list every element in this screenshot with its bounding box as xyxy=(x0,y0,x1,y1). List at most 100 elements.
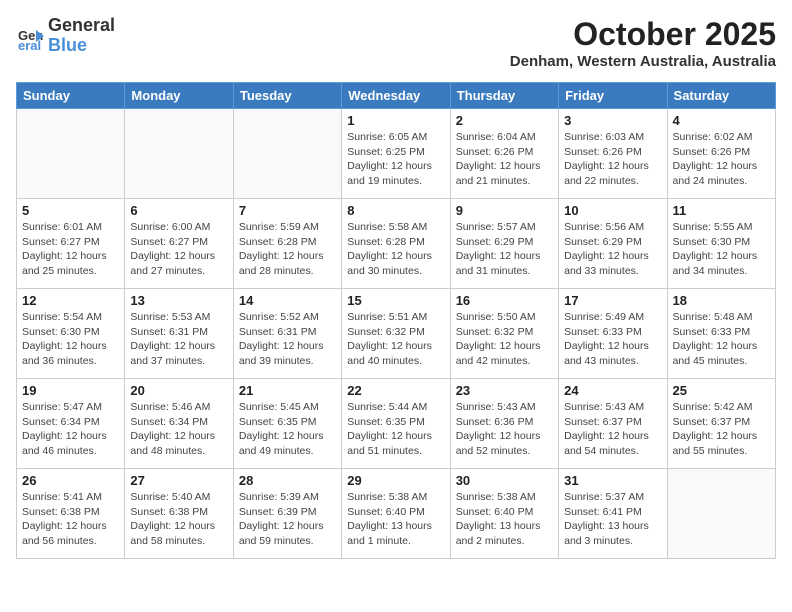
calendar-cell: 21 Sunrise: 5:45 AMSunset: 6:35 PMDayligh… xyxy=(233,379,341,469)
calendar-cell: 11 Sunrise: 5:55 AMSunset: 6:30 PMDayligh… xyxy=(667,199,775,289)
calendar-cell xyxy=(667,469,775,559)
cell-info-text: Sunrise: 5:55 AMSunset: 6:30 PMDaylight:… xyxy=(673,220,770,279)
cell-day-number: 19 xyxy=(22,383,119,398)
calendar-cell: 28 Sunrise: 5:39 AMSunset: 6:39 PMDayligh… xyxy=(233,469,341,559)
title-block: October 2025 Denham, Western Australia, … xyxy=(510,16,776,70)
cell-info-text: Sunrise: 5:42 AMSunset: 6:37 PMDaylight:… xyxy=(673,400,770,459)
cell-day-number: 28 xyxy=(239,473,336,488)
cell-day-number: 7 xyxy=(239,203,336,218)
cell-info-text: Sunrise: 5:48 AMSunset: 6:33 PMDaylight:… xyxy=(673,310,770,369)
weekday-header-wednesday: Wednesday xyxy=(342,83,450,109)
calendar-cell: 25 Sunrise: 5:42 AMSunset: 6:37 PMDayligh… xyxy=(667,379,775,469)
cell-info-text: Sunrise: 5:49 AMSunset: 6:33 PMDaylight:… xyxy=(564,310,661,369)
cell-day-number: 11 xyxy=(673,203,770,218)
cell-info-text: Sunrise: 5:51 AMSunset: 6:32 PMDaylight:… xyxy=(347,310,444,369)
cell-info-text: Sunrise: 5:54 AMSunset: 6:30 PMDaylight:… xyxy=(22,310,119,369)
location-text: Denham, Western Australia, Australia xyxy=(510,53,776,70)
calendar-cell: 3 Sunrise: 6:03 AMSunset: 6:26 PMDaylight… xyxy=(559,109,667,199)
cell-day-number: 27 xyxy=(130,473,227,488)
calendar-cell: 13Sunrise: 5:53 AMSunset: 6:31 PMDayligh… xyxy=(125,289,233,379)
cell-day-number: 24 xyxy=(564,383,661,398)
logo-general-text: General xyxy=(48,15,115,35)
logo: Gen eral General Blue xyxy=(16,16,115,56)
cell-info-text: Sunrise: 5:50 AMSunset: 6:32 PMDaylight:… xyxy=(456,310,553,369)
cell-day-number: 8 xyxy=(347,203,444,218)
weekday-header-row: SundayMondayTuesdayWednesdayThursdayFrid… xyxy=(17,83,776,109)
calendar-cell: 16Sunrise: 5:50 AMSunset: 6:32 PMDayligh… xyxy=(450,289,558,379)
cell-info-text: Sunrise: 6:02 AMSunset: 6:26 PMDaylight:… xyxy=(673,130,770,189)
cell-day-number: 10 xyxy=(564,203,661,218)
calendar-cell xyxy=(125,109,233,199)
calendar-cell: 27 Sunrise: 5:40 AMSunset: 6:38 PMDayligh… xyxy=(125,469,233,559)
cell-day-number: 17 xyxy=(564,293,661,308)
cell-day-number: 14 xyxy=(239,293,336,308)
logo-icon: Gen eral xyxy=(16,22,44,50)
calendar-table: SundayMondayTuesdayWednesdayThursdayFrid… xyxy=(16,82,776,559)
calendar-cell: 31 Sunrise: 5:37 AMSunset: 6:41 PMDayligh… xyxy=(559,469,667,559)
cell-day-number: 26 xyxy=(22,473,119,488)
weekday-header-saturday: Saturday xyxy=(667,83,775,109)
calendar-cell: 14 Sunrise: 5:52 AMSunset: 6:31 PMDayligh… xyxy=(233,289,341,379)
cell-info-text: Sunrise: 6:00 AMSunset: 6:27 PMDaylight:… xyxy=(130,220,227,279)
cell-info-text: Sunrise: 5:52 AMSunset: 6:31 PMDaylight:… xyxy=(239,310,336,369)
cell-info-text: Sunrise: 5:41 AMSunset: 6:38 PMDaylight:… xyxy=(22,490,119,549)
weekday-header-friday: Friday xyxy=(559,83,667,109)
calendar-cell: 8 Sunrise: 5:58 AMSunset: 6:28 PMDaylight… xyxy=(342,199,450,289)
cell-info-text: Sunrise: 6:01 AMSunset: 6:27 PMDaylight:… xyxy=(22,220,119,279)
cell-day-number: 5 xyxy=(22,203,119,218)
cell-day-number: 23 xyxy=(456,383,553,398)
calendar-cell: 26 Sunrise: 5:41 AMSunset: 6:38 PMDayligh… xyxy=(17,469,125,559)
cell-info-text: Sunrise: 5:38 AMSunset: 6:40 PMDaylight:… xyxy=(456,490,553,549)
cell-day-number: 4 xyxy=(673,113,770,128)
cell-info-text: Sunrise: 6:04 AMSunset: 6:26 PMDaylight:… xyxy=(456,130,553,189)
cell-info-text: Sunrise: 5:45 AMSunset: 6:35 PMDaylight:… xyxy=(239,400,336,459)
cell-day-number: 2 xyxy=(456,113,553,128)
calendar-cell: 9Sunrise: 5:57 AMSunset: 6:29 PMDaylight… xyxy=(450,199,558,289)
cell-day-number: 25 xyxy=(673,383,770,398)
cell-day-number: 6 xyxy=(130,203,227,218)
cell-info-text: Sunrise: 5:37 AMSunset: 6:41 PMDaylight:… xyxy=(564,490,661,549)
cell-info-text: Sunrise: 5:40 AMSunset: 6:38 PMDaylight:… xyxy=(130,490,227,549)
calendar-cell xyxy=(233,109,341,199)
weekday-header-tuesday: Tuesday xyxy=(233,83,341,109)
month-title: October 2025 xyxy=(510,16,776,53)
cell-day-number: 21 xyxy=(239,383,336,398)
calendar-cell: 18 Sunrise: 5:48 AMSunset: 6:33 PMDayligh… xyxy=(667,289,775,379)
calendar-cell: 6 Sunrise: 6:00 AMSunset: 6:27 PMDaylight… xyxy=(125,199,233,289)
calendar-cell: 1Sunrise: 6:05 AMSunset: 6:25 PMDaylight… xyxy=(342,109,450,199)
cell-info-text: Sunrise: 5:59 AMSunset: 6:28 PMDaylight:… xyxy=(239,220,336,279)
cell-day-number: 29 xyxy=(347,473,444,488)
cell-info-text: Sunrise: 5:56 AMSunset: 6:29 PMDaylight:… xyxy=(564,220,661,279)
weekday-header-sunday: Sunday xyxy=(17,83,125,109)
weekday-header-thursday: Thursday xyxy=(450,83,558,109)
cell-info-text: Sunrise: 5:58 AMSunset: 6:28 PMDaylight:… xyxy=(347,220,444,279)
cell-info-text: Sunrise: 5:43 AMSunset: 6:36 PMDaylight:… xyxy=(456,400,553,459)
cell-info-text: Sunrise: 5:38 AMSunset: 6:40 PMDaylight:… xyxy=(347,490,444,549)
cell-info-text: Sunrise: 5:46 AMSunset: 6:34 PMDaylight:… xyxy=(130,400,227,459)
cell-day-number: 12 xyxy=(22,293,119,308)
page-header: Gen eral General Blue October 2025 Denha… xyxy=(16,16,776,70)
calendar-cell: 23 Sunrise: 5:43 AMSunset: 6:36 PMDayligh… xyxy=(450,379,558,469)
cell-day-number: 18 xyxy=(673,293,770,308)
calendar-cell: 22Sunrise: 5:44 AMSunset: 6:35 PMDayligh… xyxy=(342,379,450,469)
calendar-cell: 20Sunrise: 5:46 AMSunset: 6:34 PMDayligh… xyxy=(125,379,233,469)
cell-info-text: Sunrise: 5:43 AMSunset: 6:37 PMDaylight:… xyxy=(564,400,661,459)
calendar-cell: 2 Sunrise: 6:04 AMSunset: 6:26 PMDaylight… xyxy=(450,109,558,199)
week-row-1: 1Sunrise: 6:05 AMSunset: 6:25 PMDaylight… xyxy=(17,109,776,199)
cell-day-number: 9 xyxy=(456,203,553,218)
cell-day-number: 15 xyxy=(347,293,444,308)
cell-day-number: 31 xyxy=(564,473,661,488)
week-row-2: 5 Sunrise: 6:01 AMSunset: 6:27 PMDaylight… xyxy=(17,199,776,289)
calendar-cell xyxy=(17,109,125,199)
weekday-header-monday: Monday xyxy=(125,83,233,109)
cell-info-text: Sunrise: 5:39 AMSunset: 6:39 PMDaylight:… xyxy=(239,490,336,549)
week-row-5: 26 Sunrise: 5:41 AMSunset: 6:38 PMDayligh… xyxy=(17,469,776,559)
calendar-cell: 29 Sunrise: 5:38 AMSunset: 6:40 PMDayligh… xyxy=(342,469,450,559)
logo-blue-text: Blue xyxy=(48,35,87,55)
calendar-cell: 10 Sunrise: 5:56 AMSunset: 6:29 PMDayligh… xyxy=(559,199,667,289)
calendar-cell: 19Sunrise: 5:47 AMSunset: 6:34 PMDayligh… xyxy=(17,379,125,469)
cell-day-number: 1 xyxy=(347,113,444,128)
cell-info-text: Sunrise: 6:03 AMSunset: 6:26 PMDaylight:… xyxy=(564,130,661,189)
cell-day-number: 3 xyxy=(564,113,661,128)
calendar-cell: 5 Sunrise: 6:01 AMSunset: 6:27 PMDaylight… xyxy=(17,199,125,289)
